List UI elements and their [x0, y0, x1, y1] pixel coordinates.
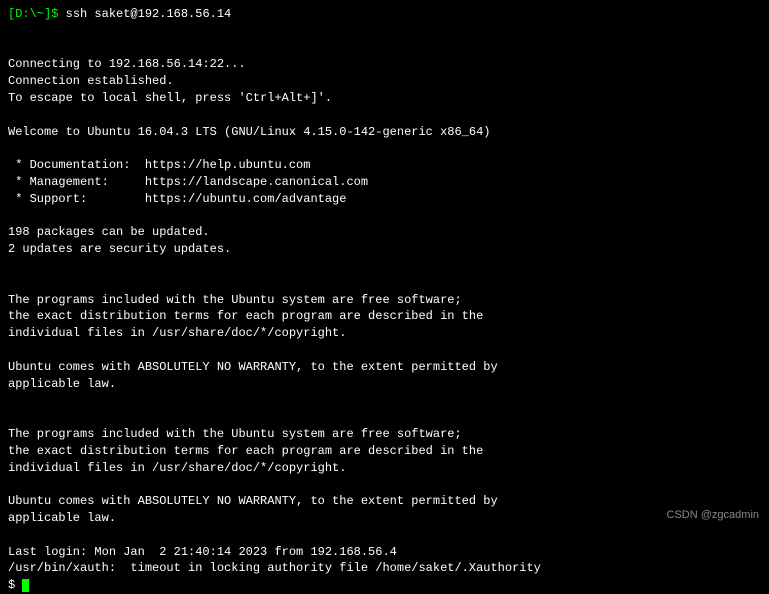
programs-line-1: The programs included with the Ubuntu sy…	[8, 292, 761, 309]
blank-line	[8, 258, 761, 275]
blank-line	[8, 409, 761, 426]
prompt-line[interactable]: [D:\~]$ ssh saket@192.168.56.14	[8, 6, 761, 23]
management-line: * Management: https://landscape.canonica…	[8, 174, 761, 191]
connecting-line: Connecting to 192.168.56.14:22...	[8, 56, 761, 73]
programs-line-1b: The programs included with the Ubuntu sy…	[8, 426, 761, 443]
blank-line	[8, 23, 761, 40]
warranty-line-1b: Ubuntu comes with ABSOLUTELY NO WARRANTY…	[8, 493, 761, 510]
warranty-line-2: applicable law.	[8, 376, 761, 393]
watermark: CSDN @zgcadmin	[667, 508, 759, 523]
shell-prompt-line[interactable]: $	[8, 577, 761, 594]
blank-line	[8, 107, 761, 124]
support-line: * Support: https://ubuntu.com/advantage	[8, 191, 761, 208]
programs-line-3b: individual files in /usr/share/doc/*/cop…	[8, 460, 761, 477]
established-line: Connection established.	[8, 73, 761, 90]
blank-line	[8, 527, 761, 544]
programs-line-2b: the exact distribution terms for each pr…	[8, 443, 761, 460]
cursor-icon	[22, 579, 29, 592]
documentation-line: * Documentation: https://help.ubuntu.com	[8, 157, 761, 174]
blank-line	[8, 342, 761, 359]
xauth-line: /usr/bin/xauth: timeout in locking autho…	[8, 560, 761, 577]
blank-line	[8, 140, 761, 157]
warranty-line-1: Ubuntu comes with ABSOLUTELY NO WARRANTY…	[8, 359, 761, 376]
blank-line	[8, 275, 761, 292]
programs-line-3: individual files in /usr/share/doc/*/cop…	[8, 325, 761, 342]
security-line: 2 updates are security updates.	[8, 241, 761, 258]
shell-prompt: $	[8, 578, 22, 592]
prompt-dollar: $	[51, 7, 65, 21]
warranty-line-2b: applicable law.	[8, 510, 761, 527]
prompt-location: [D:\~]	[8, 7, 51, 21]
last-login-line: Last login: Mon Jan 2 21:40:14 2023 from…	[8, 544, 761, 561]
programs-line-2: the exact distribution terms for each pr…	[8, 308, 761, 325]
packages-line: 198 packages can be updated.	[8, 224, 761, 241]
blank-line	[8, 208, 761, 225]
blank-line	[8, 392, 761, 409]
ssh-command: ssh saket@192.168.56.14	[66, 7, 232, 21]
welcome-line: Welcome to Ubuntu 16.04.3 LTS (GNU/Linux…	[8, 124, 761, 141]
blank-line	[8, 476, 761, 493]
escape-line: To escape to local shell, press 'Ctrl+Al…	[8, 90, 761, 107]
blank-line	[8, 40, 761, 57]
